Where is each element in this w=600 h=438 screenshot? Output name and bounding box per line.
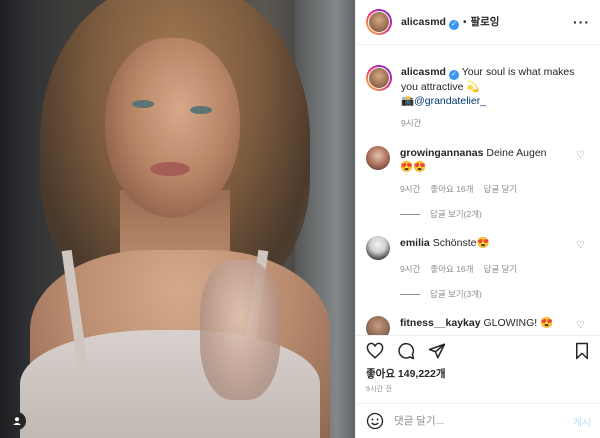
more-icon[interactable]: ···: [573, 14, 590, 30]
comment-icon[interactable]: [397, 342, 415, 360]
commenter-avatar[interactable]: [366, 316, 390, 335]
comment-time: 9시간: [400, 184, 421, 194]
photo-face: [105, 38, 240, 218]
comment-input[interactable]: [394, 415, 573, 427]
view-replies-button[interactable]: 답글 보기(2개): [400, 208, 591, 220]
comment-item: emilia Schönste😍 9시간 좋아요 16개 답글 달기 ♡: [366, 236, 591, 276]
comment-text: GLOWING!: [483, 317, 538, 329]
comment-meta: 9시간 좋아요 16개 답글 달기: [400, 182, 591, 196]
commenter-avatar[interactable]: [366, 236, 390, 260]
author-avatar[interactable]: [366, 65, 392, 91]
view-replies-label: 답글 보기(3개): [430, 289, 482, 299]
likes-count[interactable]: 좋아요 149,222개: [366, 366, 446, 381]
heart-icon[interactable]: ♡: [576, 240, 585, 251]
author-avatar[interactable]: [366, 9, 392, 35]
share-icon[interactable]: [428, 342, 446, 360]
comment-emojis: 😍😍: [400, 161, 427, 173]
following-button[interactable]: 팔로잉: [470, 16, 499, 28]
photo-lips: [150, 162, 190, 176]
user-tag-icon[interactable]: [8, 412, 26, 430]
comment-composer: 게시: [356, 403, 600, 438]
reply-button[interactable]: 답글 달기: [483, 264, 517, 274]
separator-dot: •: [462, 17, 467, 28]
comment-text: Schönste: [432, 237, 477, 249]
bookmark-icon[interactable]: [573, 342, 591, 360]
caption-meta: 9시간: [401, 116, 591, 130]
action-bar: [356, 335, 600, 365]
caption-mention[interactable]: @grandatelier_: [414, 95, 486, 107]
verified-icon: ✓: [448, 70, 459, 80]
comment-item: fitness__kaykay GLOWING! 😍 ♡: [366, 316, 591, 335]
post-button[interactable]: 게시: [573, 414, 591, 429]
view-replies-button[interactable]: 답글 보기(3개): [400, 288, 591, 300]
comment-likes[interactable]: 좋아요 16개: [430, 264, 473, 274]
comment-emojis: 😍: [476, 237, 490, 249]
author-username[interactable]: alicasmd: [401, 16, 446, 28]
photo-eye-left: [132, 100, 154, 108]
heart-icon[interactable]: ♡: [576, 320, 585, 331]
emoji-icon[interactable]: [366, 412, 384, 430]
comment-item: growingannanas Deine Augen 😍😍 9시간 좋아요 16개…: [366, 146, 591, 196]
comment-meta: 9시간 좋아요 16개 답글 달기: [400, 262, 591, 276]
caption-time: 9시간: [401, 118, 422, 128]
comment-emojis: 😍: [540, 317, 554, 329]
comment-username[interactable]: fitness__kaykay: [400, 317, 481, 329]
posted-time[interactable]: 9시간 전: [366, 384, 392, 394]
photo-hand: [200, 260, 280, 400]
comment-likes[interactable]: 좋아요 16개: [430, 184, 473, 194]
heart-icon[interactable]: ♡: [576, 150, 585, 161]
comment-time: 9시간: [400, 264, 421, 274]
camera-emoji: 📸: [401, 95, 415, 107]
photo-eye-right: [190, 106, 212, 114]
caption: alicasmd ✓ Your soul is what makes you at…: [366, 65, 591, 130]
reply-button[interactable]: 답글 달기: [483, 184, 517, 194]
comment-username[interactable]: growingannanas: [400, 147, 483, 159]
view-replies-label: 답글 보기(2개): [430, 209, 482, 219]
caption-username[interactable]: alicasmd: [401, 66, 446, 78]
post-side-panel: alicasmd ✓ • 팔로잉 ··· alicasmd ✓ Your soul is…: [355, 0, 600, 438]
commenter-avatar[interactable]: [366, 146, 390, 170]
post-header: alicasmd ✓ • 팔로잉 ···: [356, 0, 600, 45]
comment-text: Deine Augen: [486, 147, 547, 159]
verified-icon: ✓: [448, 20, 459, 30]
heart-icon[interactable]: [366, 342, 384, 360]
comments-list[interactable]: alicasmd ✓ Your soul is what makes you at…: [356, 45, 600, 335]
comment-username[interactable]: emilia: [400, 237, 430, 249]
post-photo[interactable]: [0, 0, 355, 438]
